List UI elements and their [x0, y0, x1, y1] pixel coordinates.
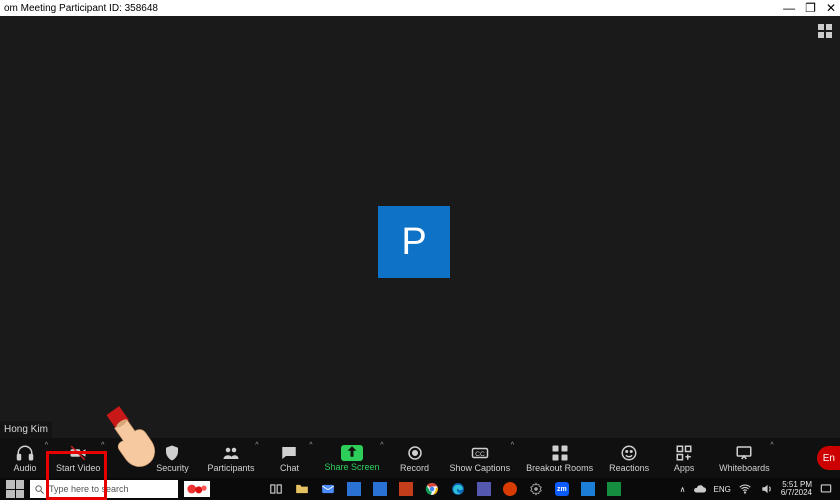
captions-button[interactable]: ^ CC Show Captions [444, 438, 517, 478]
apps-button[interactable]: Apps [659, 438, 709, 478]
tray-chevron-icon[interactable]: ∧ [680, 485, 686, 494]
whiteboards-button[interactable]: ^ Whiteboards [713, 438, 776, 478]
mail-icon[interactable] [320, 481, 336, 497]
word-icon[interactable] [502, 481, 518, 497]
audio-button[interactable]: ^ Audio [0, 438, 50, 478]
calendar-icon[interactable] [372, 481, 388, 497]
zoom-toolbar: ^ Audio ^ Start Video Security [0, 438, 840, 478]
start-video-label: Start Video [56, 464, 100, 473]
flowers-thumbnail[interactable] [184, 481, 210, 497]
chevron-up-icon[interactable]: ^ [101, 442, 104, 449]
audio-label: Audio [13, 464, 36, 473]
teams-icon[interactable] [476, 481, 492, 497]
app-icon[interactable] [606, 481, 622, 497]
volume-icon[interactable] [759, 481, 775, 497]
whiteboard-icon [735, 444, 753, 462]
settings-icon[interactable] [528, 481, 544, 497]
chat-icon [280, 444, 298, 462]
participants-label: Participants [207, 464, 254, 473]
security-button[interactable]: Security [147, 438, 197, 478]
headphones-icon [16, 444, 34, 462]
share-arrow-icon [341, 445, 363, 461]
svg-text:CC: CC [475, 451, 485, 458]
notifications-icon[interactable] [818, 481, 834, 497]
video-off-icon [69, 444, 87, 462]
chrome-icon[interactable] [424, 481, 440, 497]
record-icon [406, 444, 424, 462]
store-icon[interactable] [346, 481, 362, 497]
end-label: En [823, 453, 835, 464]
gallery-view-icon[interactable] [818, 24, 832, 38]
security-label: Security [156, 464, 189, 473]
close-button[interactable]: ✕ [826, 2, 836, 14]
breakout-label: Breakout Rooms [526, 464, 593, 473]
minimize-button[interactable]: — [783, 2, 795, 14]
file-explorer-icon[interactable] [294, 481, 310, 497]
participants-button[interactable]: ^ Participants [201, 438, 260, 478]
video-area: P Hong Kim [0, 16, 840, 438]
participant-avatar: P [378, 206, 450, 278]
maximize-button[interactable]: ❐ [805, 2, 816, 14]
taskbar-clock[interactable]: 5:51 PM 6/7/2024 [781, 481, 812, 497]
cloud-icon[interactable] [692, 481, 708, 497]
chat-label: Chat [280, 464, 299, 473]
chevron-up-icon[interactable]: ^ [255, 442, 258, 449]
photos-icon[interactable] [580, 481, 596, 497]
powerpoint-icon[interactable] [398, 481, 414, 497]
chevron-up-icon[interactable]: ^ [770, 442, 773, 449]
breakout-icon [551, 444, 569, 462]
record-button[interactable]: Record [390, 438, 440, 478]
participants-icon [222, 444, 240, 462]
captions-label: Show Captions [450, 464, 511, 473]
chevron-up-icon[interactable]: ^ [309, 442, 312, 449]
share-screen-label: Share Screen [324, 463, 379, 472]
whiteboards-label: Whiteboards [719, 464, 770, 473]
taskbar-date: 6/7/2024 [781, 489, 812, 497]
captions-icon: CC [471, 444, 489, 462]
share-screen-button[interactable]: ^ Share Screen [318, 438, 385, 478]
window-title: om Meeting Participant ID: 358648 [4, 3, 158, 14]
window-titlebar: om Meeting Participant ID: 358648 — ❐ ✕ [0, 0, 840, 16]
start-video-button[interactable]: ^ Start Video [50, 438, 106, 478]
reactions-button[interactable]: Reactions [603, 438, 655, 478]
reactions-label: Reactions [609, 464, 649, 473]
task-view-icon[interactable] [268, 481, 284, 497]
record-label: Record [400, 464, 429, 473]
chevron-up-icon[interactable]: ^ [45, 442, 48, 449]
apps-icon [675, 444, 693, 462]
chevron-up-icon[interactable]: ^ [511, 442, 514, 449]
language-indicator[interactable]: ENG [714, 485, 731, 494]
shield-icon [163, 444, 181, 462]
participant-name: Hong Kim [0, 421, 52, 438]
wifi-icon[interactable] [737, 481, 753, 497]
apps-label: Apps [674, 464, 695, 473]
start-button[interactable] [6, 480, 24, 498]
breakout-rooms-button[interactable]: Breakout Rooms [520, 438, 599, 478]
edge-icon[interactable] [450, 481, 466, 497]
chat-button[interactable]: ^ Chat [264, 438, 314, 478]
end-meeting-button[interactable]: En [817, 446, 840, 470]
zoom-window: om Meeting Participant ID: 358648 — ❐ ✕ … [0, 0, 840, 500]
taskbar-search[interactable]: Type here to search [30, 480, 178, 498]
search-icon [34, 484, 45, 495]
chevron-up-icon[interactable]: ^ [380, 442, 383, 449]
avatar-initial: P [401, 221, 426, 264]
windows-taskbar: Type here to search zm ∧ ENG [0, 478, 840, 500]
search-placeholder: Type here to search [49, 484, 129, 494]
zoom-icon[interactable]: zm [554, 481, 570, 497]
smile-icon [620, 444, 638, 462]
